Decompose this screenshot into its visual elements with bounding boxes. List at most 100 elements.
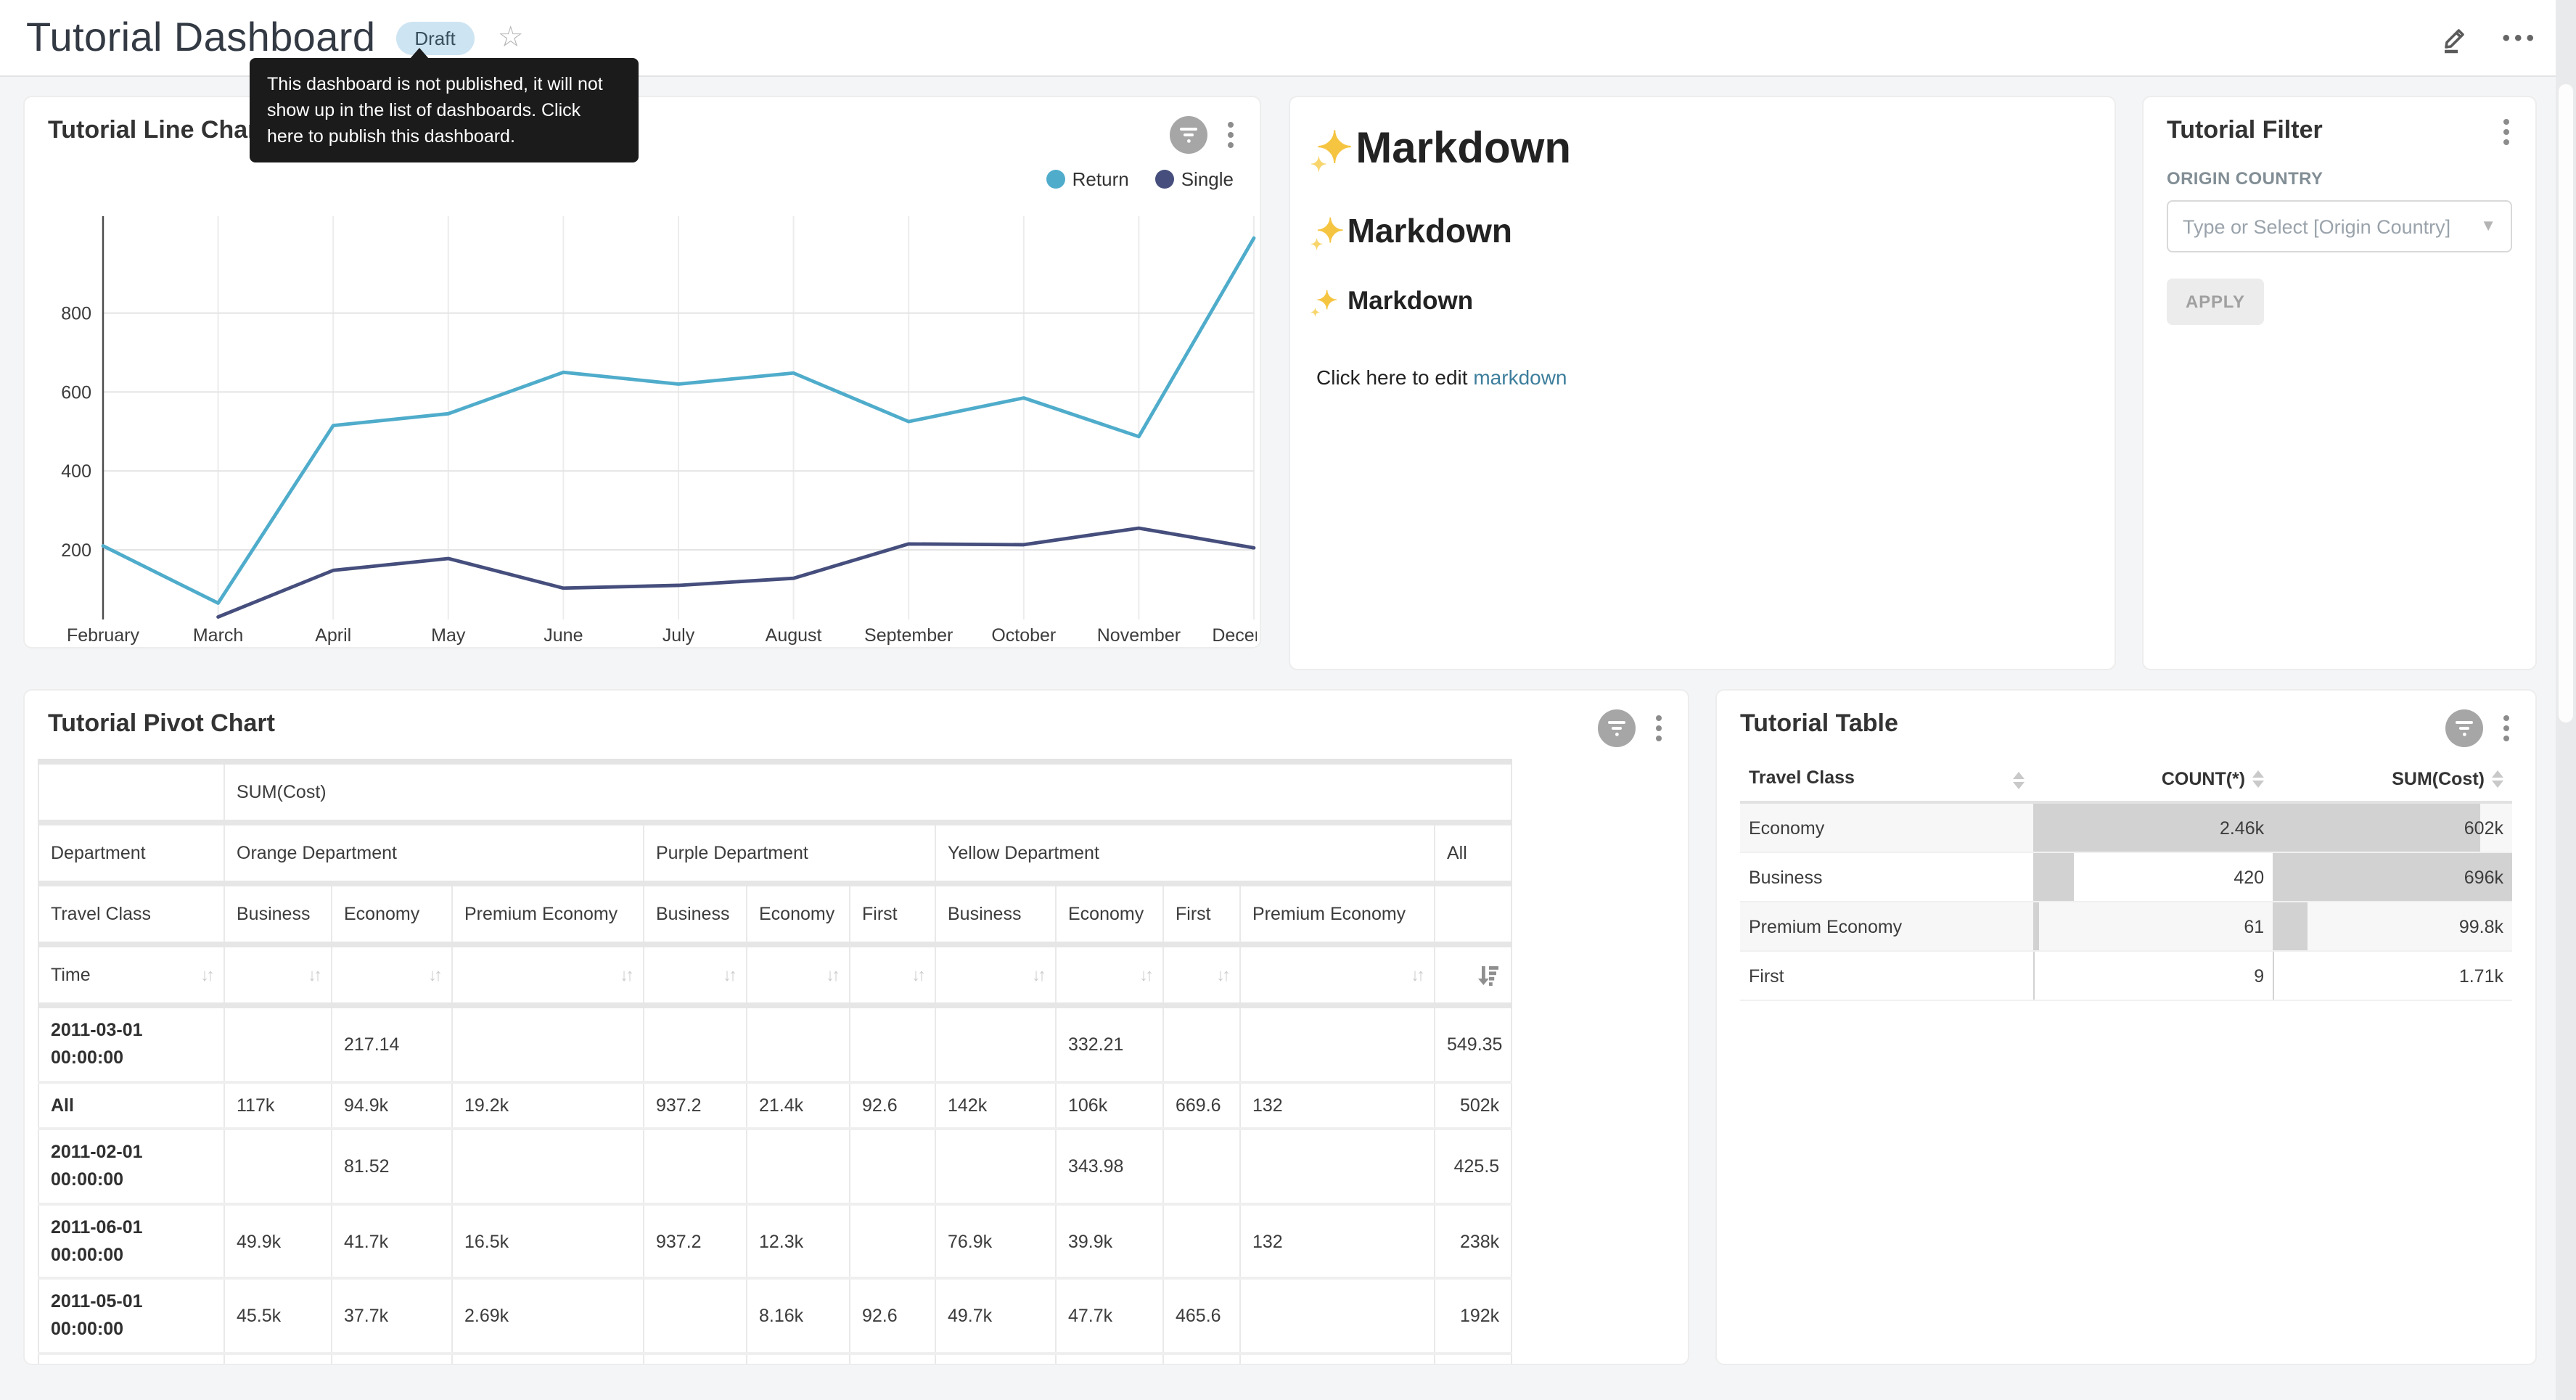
pivot-value-cell[interactable]: 937.2 bbox=[644, 1204, 747, 1279]
applied-filter-icon[interactable] bbox=[1598, 709, 1636, 747]
pivot-value-cell[interactable]: 2.69k bbox=[452, 1279, 644, 1354]
filter-menu-icon[interactable] bbox=[2498, 116, 2515, 148]
pivot-value-cell[interactable]: 8.16k bbox=[747, 1279, 850, 1354]
edit-dashboard-icon[interactable] bbox=[2440, 22, 2470, 53]
chart-menu-icon[interactable] bbox=[2498, 712, 2515, 744]
pivot-value-cell[interactable] bbox=[452, 1129, 644, 1204]
pivot-value-cell[interactable]: 217.14 bbox=[332, 1005, 452, 1082]
sort-toggle-icon[interactable]: ↓↑ bbox=[1411, 965, 1422, 985]
table-header-0[interactable]: Travel Class bbox=[1740, 756, 2033, 802]
pivot-value-cell[interactable] bbox=[850, 1129, 935, 1204]
pivot-value-cell[interactable]: 332.21 bbox=[1056, 1005, 1163, 1082]
sort-toggle-icon[interactable]: ↓↑ bbox=[1216, 965, 1228, 985]
pivot-value-cell[interactable]: 117k bbox=[224, 1082, 332, 1129]
pivot-value-cell[interactable] bbox=[1163, 1129, 1240, 1204]
pivot-value-cell[interactable]: 15.9k bbox=[935, 1354, 1056, 1366]
pivot-value-cell[interactable] bbox=[224, 1129, 332, 1204]
pivot-value-cell[interactable]: 238k bbox=[1435, 1204, 1511, 1279]
sort-toggle-icon[interactable]: ↓↑ bbox=[428, 965, 440, 985]
pivot-value-cell[interactable]: 21.4k bbox=[224, 1354, 332, 1366]
pivot-value-cell[interactable] bbox=[644, 1354, 747, 1366]
pivot-value-cell[interactable]: 106k bbox=[1056, 1082, 1163, 1129]
pivot-value-cell[interactable]: 12.3k bbox=[747, 1204, 850, 1279]
pivot-value-cell[interactable]: 502k bbox=[1435, 1082, 1511, 1129]
pivot-value-cell[interactable]: 15.2k bbox=[332, 1354, 452, 1366]
pivot-value-cell[interactable]: 425.5 bbox=[1435, 1129, 1511, 1204]
pivot-value-cell[interactable]: 37.7k bbox=[332, 1279, 452, 1354]
pivot-value-cell[interactable]: 41.7k bbox=[332, 1204, 452, 1279]
sort-toggle-icon[interactable]: ↓↑ bbox=[911, 965, 923, 985]
pivot-value-cell[interactable]: 16.5k bbox=[452, 1204, 644, 1279]
pivot-value-cell[interactable] bbox=[1240, 1129, 1435, 1204]
chart-menu-icon[interactable] bbox=[1222, 119, 1239, 151]
pivot-value-cell[interactable] bbox=[224, 1005, 332, 1082]
pivot-value-cell[interactable] bbox=[935, 1129, 1056, 1204]
sort-toggle-icon[interactable]: ↓↑ bbox=[308, 965, 319, 985]
pivot-value-cell[interactable] bbox=[1163, 1204, 1240, 1279]
pivot-value-cell[interactable] bbox=[1240, 1005, 1435, 1082]
more-options-icon[interactable]: ••• bbox=[2502, 25, 2538, 50]
pivot-value-cell[interactable] bbox=[1163, 1005, 1240, 1082]
pivot-value-cell[interactable]: 927.77 bbox=[747, 1354, 850, 1366]
table-header-1[interactable]: COUNT(*) bbox=[2033, 756, 2273, 802]
publish-tooltip[interactable]: This dashboard is not published, it will… bbox=[250, 58, 639, 163]
sort-carets-icon[interactable] bbox=[2013, 772, 2025, 789]
pivot-value-cell[interactable]: 142k bbox=[935, 1082, 1056, 1129]
pivot-value-cell[interactable] bbox=[747, 1005, 850, 1082]
sort-carets-icon[interactable] bbox=[2492, 770, 2503, 787]
pivot-value-cell[interactable] bbox=[1240, 1279, 1435, 1354]
pivot-value-cell[interactable] bbox=[1240, 1354, 1435, 1366]
apply-button[interactable]: APPLY bbox=[2167, 279, 2264, 325]
pivot-value-cell[interactable]: 132 bbox=[1240, 1204, 1435, 1279]
origin-country-select[interactable]: Type or Select [Origin Country] ▼ bbox=[2167, 200, 2512, 252]
pivot-value-cell[interactable] bbox=[850, 1204, 935, 1279]
pivot-value-cell[interactable]: 81.52 bbox=[332, 1129, 452, 1204]
pivot-value-cell[interactable]: 17.3k bbox=[1056, 1354, 1163, 1366]
favorite-star-icon[interactable]: ☆ bbox=[498, 23, 524, 52]
series-line-single[interactable] bbox=[218, 528, 1254, 617]
sort-toggle-icon[interactable]: ↓↑ bbox=[1032, 965, 1043, 985]
pivot-value-cell[interactable] bbox=[644, 1279, 747, 1354]
sort-carets-icon[interactable] bbox=[2252, 770, 2264, 787]
sort-toggle-icon[interactable]: ↓↑ bbox=[1139, 965, 1151, 985]
pivot-value-cell[interactable]: 70.9k bbox=[1435, 1354, 1511, 1366]
pivot-value-cell[interactable]: 39.9k bbox=[1056, 1204, 1163, 1279]
scrollbar-track[interactable] bbox=[2556, 0, 2576, 1400]
pivot-value-cell[interactable] bbox=[452, 1005, 644, 1082]
applied-filter-icon[interactable] bbox=[1170, 116, 1207, 154]
pivot-value-cell[interactable]: 937.2 bbox=[644, 1082, 747, 1129]
pivot-value-cell[interactable]: 49.7k bbox=[935, 1279, 1056, 1354]
sort-toggle-icon[interactable]: ↓↑ bbox=[826, 965, 837, 985]
pivot-value-cell[interactable]: 192k bbox=[1435, 1279, 1511, 1354]
pivot-value-cell[interactable]: 94.9k bbox=[332, 1082, 452, 1129]
pivot-value-cell[interactable]: 45.5k bbox=[224, 1279, 332, 1354]
pivot-value-cell[interactable] bbox=[452, 1354, 644, 1366]
pivot-value-cell[interactable]: 92.6 bbox=[850, 1082, 935, 1129]
chart-menu-icon[interactable] bbox=[1650, 712, 1668, 744]
pivot-value-cell[interactable]: 47.7k bbox=[1056, 1279, 1163, 1354]
pivot-value-cell[interactable]: 19.2k bbox=[452, 1082, 644, 1129]
line-chart[interactable]: 200400600800FebruaryMarchAprilMayJuneJul… bbox=[30, 190, 1257, 647]
pivot-value-cell[interactable]: 669.6 bbox=[1163, 1082, 1240, 1129]
table-row[interactable]: Economy2.46k602k bbox=[1740, 802, 2512, 852]
pivot-value-cell[interactable] bbox=[850, 1354, 935, 1366]
markdown-edit-link[interactable]: markdown bbox=[1473, 366, 1567, 389]
pivot-value-cell[interactable]: 92.6 bbox=[850, 1279, 935, 1354]
legend-item-return[interactable]: Return bbox=[1046, 168, 1129, 190]
pivot-value-cell[interactable]: 132 bbox=[1240, 1082, 1435, 1129]
scrollbar-thumb[interactable] bbox=[2559, 84, 2573, 722]
sort-toggle-icon[interactable]: ↓↑ bbox=[200, 965, 212, 985]
sort-descending-icon[interactable] bbox=[1476, 964, 1499, 986]
table-header-2[interactable]: SUM(Cost) bbox=[2273, 756, 2512, 802]
table-row[interactable]: Premium Economy6199.8k bbox=[1740, 902, 2512, 951]
pivot-value-cell[interactable]: 76.9k bbox=[935, 1204, 1056, 1279]
pivot-value-cell[interactable]: 204 bbox=[1163, 1354, 1240, 1366]
applied-filter-icon[interactable] bbox=[2445, 709, 2483, 747]
pivot-value-cell[interactable] bbox=[850, 1005, 935, 1082]
pivot-value-cell[interactable] bbox=[644, 1005, 747, 1082]
pivot-value-cell[interactable] bbox=[644, 1129, 747, 1204]
legend-item-single[interactable]: Single bbox=[1155, 168, 1234, 190]
sort-toggle-icon[interactable]: ↓↑ bbox=[723, 965, 734, 985]
sort-toggle-icon[interactable]: ↓↑ bbox=[620, 965, 631, 985]
pivot-value-cell[interactable] bbox=[935, 1005, 1056, 1082]
